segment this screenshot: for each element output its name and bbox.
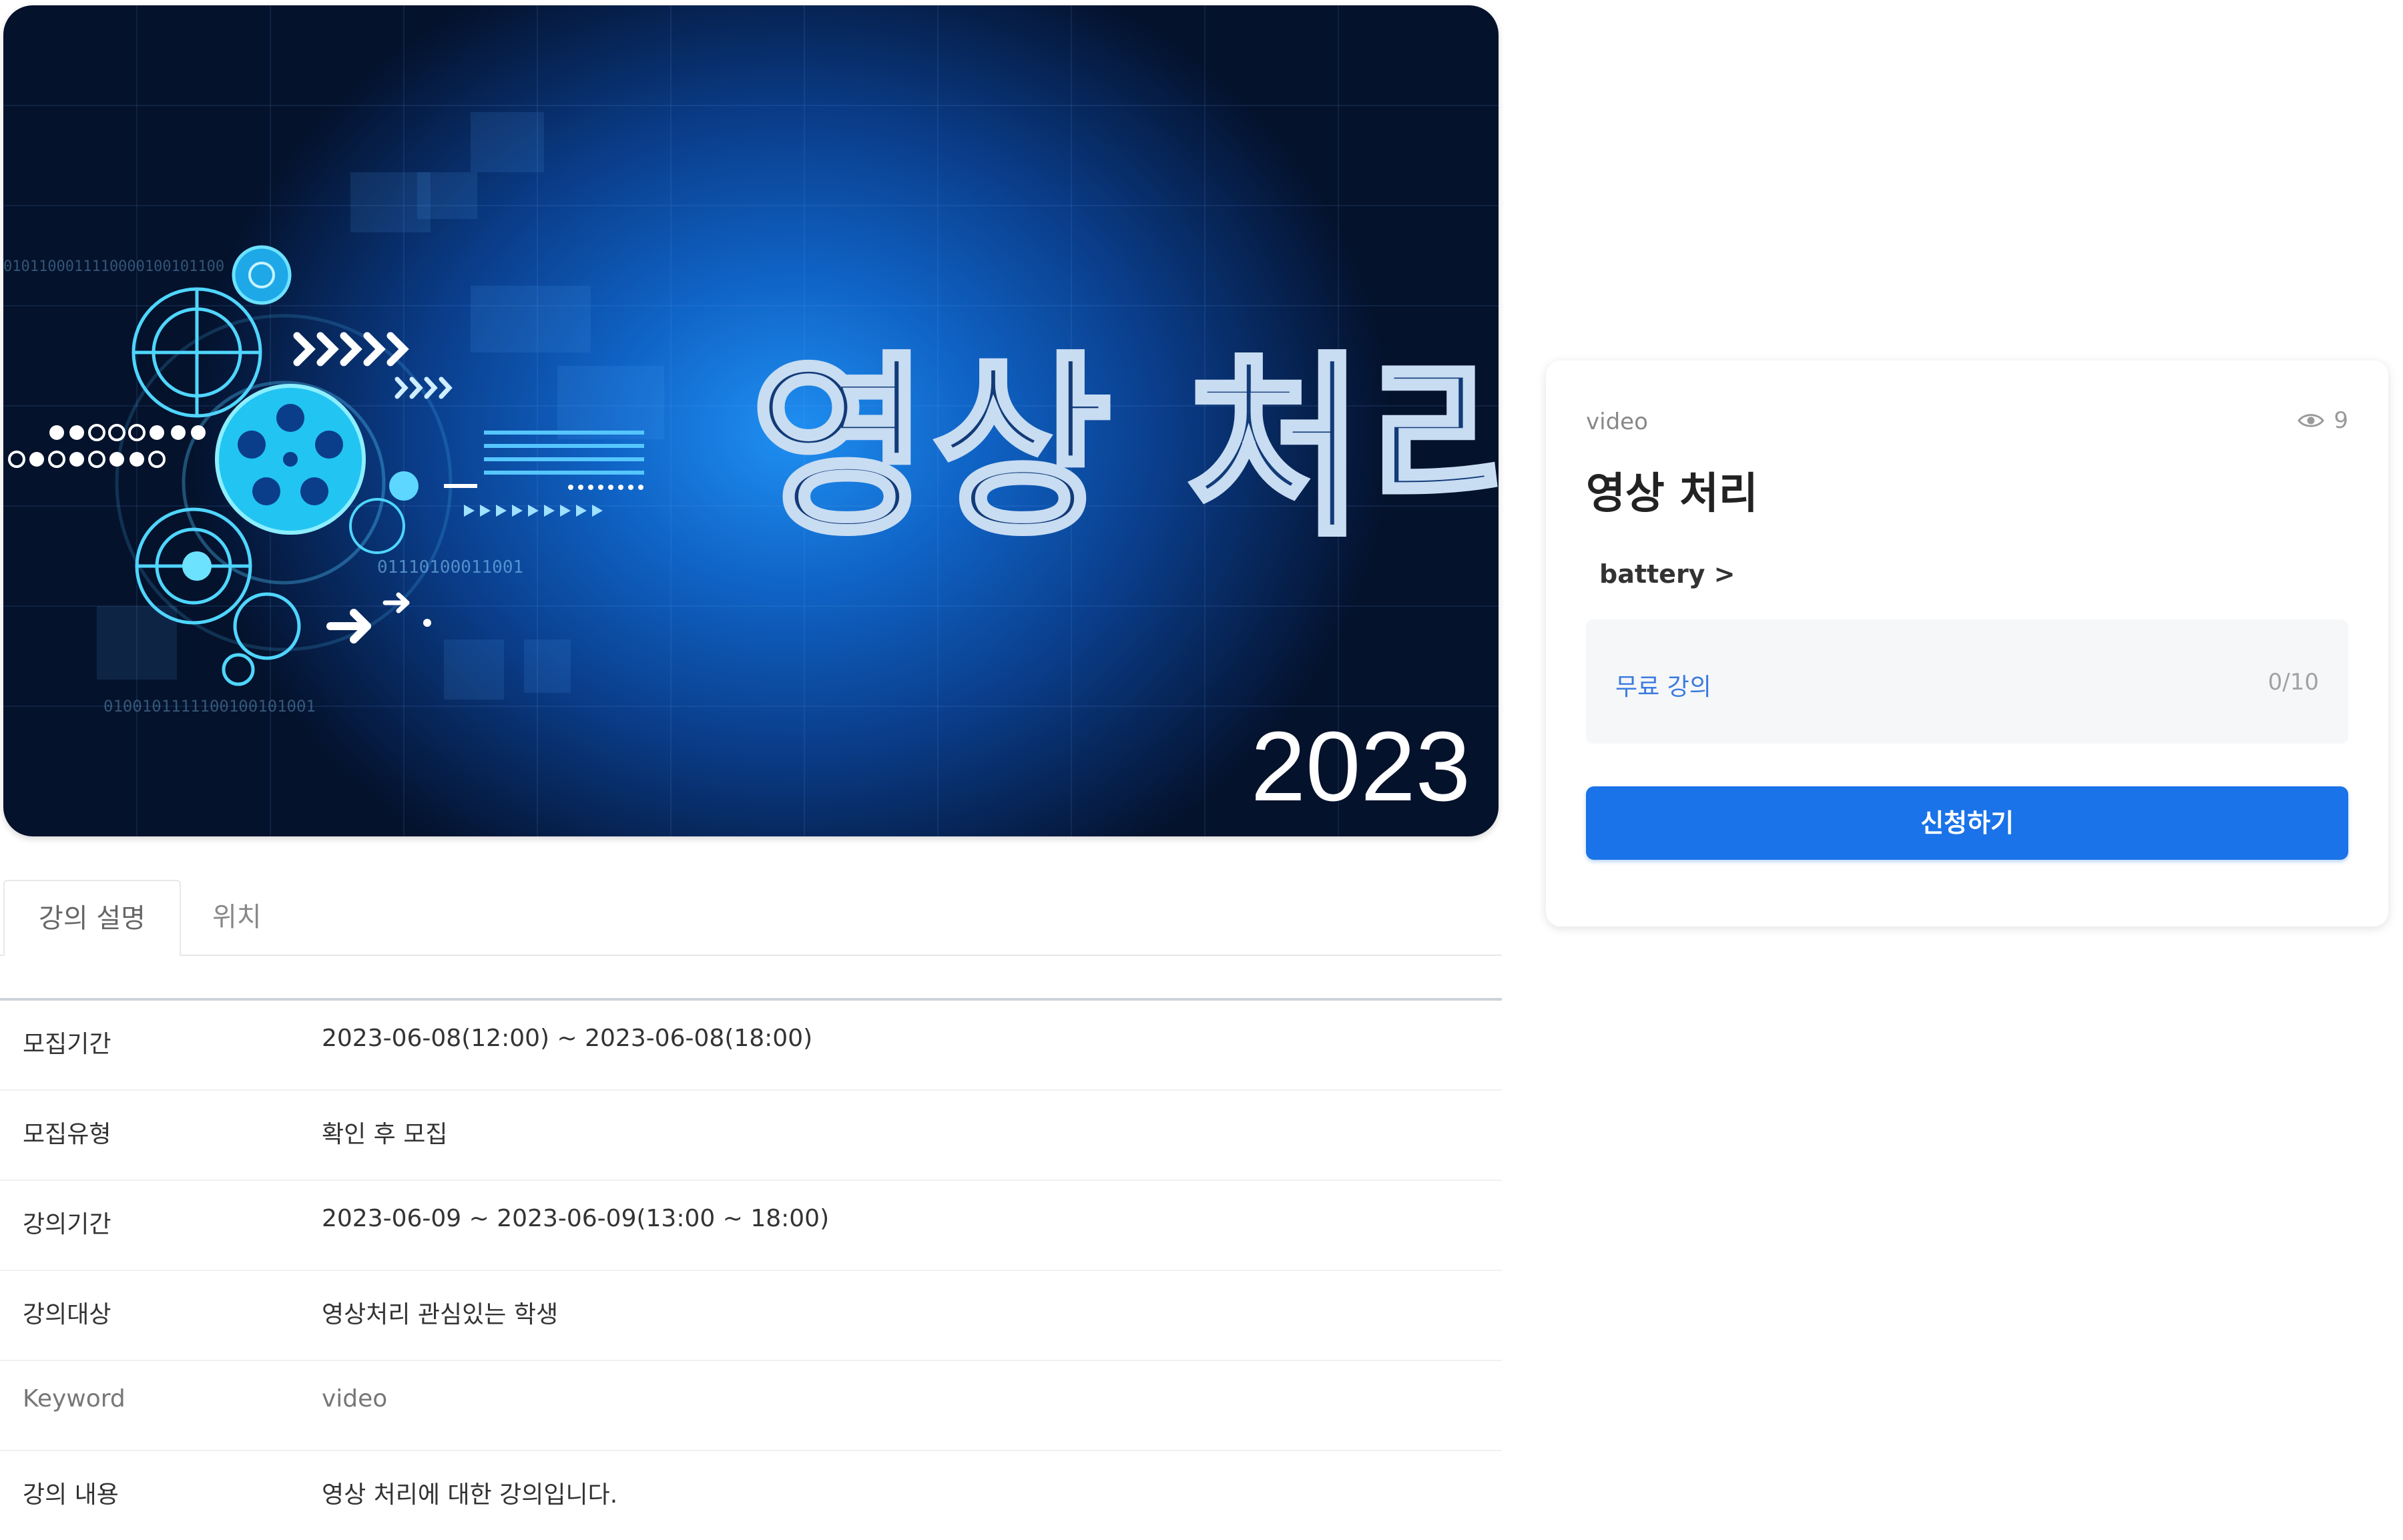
binary-text: 0101100011110000100101100 bbox=[3, 258, 224, 275]
info-row-keyword: Keyword video bbox=[0, 1361, 1502, 1451]
banner-title: 영상 처리 bbox=[748, 336, 1499, 561]
eye-icon bbox=[2298, 414, 2325, 427]
binary-text: 01110100011001 bbox=[377, 557, 523, 577]
info-label: 모집기간 bbox=[23, 1031, 111, 1058]
info-row-recruit-type: 모집유형 확인 후 모집 bbox=[0, 1091, 1502, 1181]
info-value: 영상처리 관심있는 학생 bbox=[322, 1301, 559, 1328]
info-label: 강의대상 bbox=[23, 1301, 111, 1328]
binary-text: 0100101111100100101001 bbox=[103, 697, 316, 716]
view-count-value: 9 bbox=[2334, 407, 2348, 434]
info-value: 2023-06-08(12:00) ~ 2023-06-08(18:00) bbox=[322, 1025, 813, 1052]
pricing-box: 무료 강의 0/10 bbox=[1586, 619, 2348, 744]
tab-location[interactable]: 위치 bbox=[212, 880, 262, 955]
info-value: 영상 처리에 대한 강의입니다. bbox=[322, 1481, 618, 1509]
course-summary-card: video 9 영상 처리 battery > 무료 강의 0/10 신청하기 bbox=[1546, 360, 2388, 927]
info-row-target: 강의대상 영상처리 관심있는 학생 bbox=[0, 1271, 1502, 1361]
info-label: 강의 내용 bbox=[23, 1481, 119, 1509]
info-row-recruit-period: 모집기간 2023-06-08(12:00) ~ 2023-06-08(18:0… bbox=[0, 1001, 1502, 1091]
course-info-table: 모집기간 2023-06-08(12:00) ~ 2023-06-08(18:0… bbox=[0, 998, 1502, 1540]
info-value: 확인 후 모집 bbox=[322, 1121, 448, 1148]
tab-description[interactable]: 강의 설명 bbox=[3, 880, 181, 956]
free-lecture-label: 무료 강의 bbox=[1615, 674, 1711, 701]
course-banner: 01110100011001 0101100011110000100101100… bbox=[3, 5, 1499, 836]
detail-tabs: 강의 설명 위치 bbox=[0, 880, 1502, 956]
info-row-lecture-period: 강의기간 2023-06-09 ~ 2023-06-09(13:00 ~ 18:… bbox=[0, 1181, 1502, 1271]
banner-year: 2023 bbox=[1250, 712, 1471, 822]
info-label: 모집유형 bbox=[23, 1121, 111, 1148]
info-value: video bbox=[322, 1385, 388, 1413]
info-row-content: 강의 내용 영상 처리에 대한 강의입니다. bbox=[0, 1451, 1502, 1540]
capacity-count: 0/10 bbox=[2267, 669, 2319, 696]
view-count: 9 bbox=[2298, 407, 2348, 434]
apply-button[interactable]: 신청하기 bbox=[1586, 786, 2348, 860]
info-label: Keyword bbox=[23, 1385, 125, 1413]
card-keyword: video bbox=[1586, 409, 1648, 435]
category-link[interactable]: battery > bbox=[1599, 559, 1736, 589]
info-value: 2023-06-09 ~ 2023-06-09(13:00 ~ 18:00) bbox=[322, 1205, 830, 1232]
info-label: 강의기간 bbox=[23, 1211, 111, 1238]
card-title: 영상 처리 bbox=[1586, 469, 1758, 519]
